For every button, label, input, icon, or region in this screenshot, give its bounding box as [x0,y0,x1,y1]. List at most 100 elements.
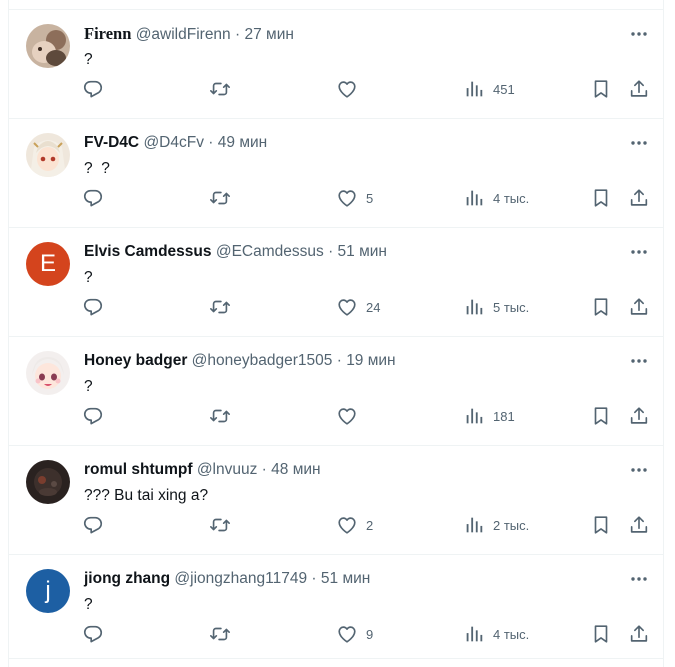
display-name[interactable]: Firenn [84,24,131,43]
bookmark-button[interactable] [590,401,612,431]
like-button[interactable]: 5 [336,183,373,213]
reply-tweet[interactable]: FV-D4C @D4cFv · 49 мин ? ? 5 4 тыс. [9,118,663,227]
like-button[interactable]: 24 [336,292,380,322]
like-button[interactable]: 9 [336,619,373,649]
avatar[interactable]: E [26,242,70,286]
bookmark-button[interactable] [590,292,612,322]
share-button[interactable] [628,510,650,540]
avatar[interactable] [26,351,70,395]
timestamp[interactable]: 51 мин [338,243,387,260]
like-count: 2 [366,517,374,533]
display-name[interactable]: jiong zhang [84,570,170,587]
reply-tweet[interactable]: Firenn @awildFirenn · 27 мин? 451 [9,9,663,118]
share-icon [628,78,650,100]
user-handle[interactable]: @honeybadger1505 [192,352,333,369]
like-icon [336,514,358,536]
action-bar: 24 5 тыс. [9,292,663,322]
timestamp[interactable]: 19 мин [346,352,395,369]
retweet-button[interactable] [209,619,231,649]
reply-tweet[interactable]: E Elvis Camdessus @ECamdessus · 51 мин? 24… [9,227,663,336]
more-options-icon[interactable] [629,462,649,478]
views-icon [463,296,485,318]
views-button[interactable]: 2 тыс. [463,510,529,540]
avatar[interactable] [26,24,70,68]
display-name[interactable]: Honey badger [84,352,187,369]
share-icon [628,405,650,427]
reply-button[interactable] [82,619,104,649]
more-options-icon[interactable] [629,353,649,369]
avatar-letter: j [45,577,51,604]
share-button[interactable] [628,292,650,322]
reply-button[interactable] [82,401,104,431]
user-handle[interactable]: @ECamdessus [216,243,324,260]
display-name[interactable]: Elvis Camdessus [84,243,212,260]
retweet-icon [209,296,231,318]
reply-button[interactable] [82,510,104,540]
like-button[interactable] [336,401,358,431]
like-button[interactable]: 2 [336,510,373,540]
reply-tweet[interactable]: romul shtumpf @lnvuuz · 48 мин ??? Bu tai… [9,445,663,554]
retweet-button[interactable] [209,510,231,540]
retweet-icon [209,78,231,100]
timestamp[interactable]: 27 мин [244,26,293,43]
display-name[interactable]: romul shtumpf [84,461,193,478]
user-handle[interactable]: @jiongzhang11749 [174,570,307,587]
views-count: 181 [493,408,515,424]
share-button[interactable] [628,74,650,104]
action-bar: 5 4 тыс. [9,183,663,213]
retweet-button[interactable] [209,401,231,431]
reply-tweet[interactable]: Honey badger @honeybadger1505 · 19 мин? 1… [9,336,663,445]
more-options-icon[interactable] [629,244,649,260]
like-button[interactable] [336,74,358,104]
avatar[interactable]: j [26,569,70,613]
share-icon [628,514,650,536]
retweet-button[interactable] [209,183,231,213]
reply-button[interactable] [82,74,104,104]
reply-icon [82,514,104,536]
more-options-icon[interactable] [629,135,649,151]
reply-icon [82,187,104,209]
views-button[interactable]: 181 [463,401,515,431]
retweet-icon [209,623,231,645]
share-button[interactable] [628,401,650,431]
like-count: 24 [366,299,381,315]
bookmark-icon [590,405,612,427]
share-button[interactable] [628,183,650,213]
tweet-text: ? [84,51,93,68]
more-options-icon[interactable] [629,571,649,587]
bookmark-button[interactable] [590,510,612,540]
views-button[interactable]: 4 тыс. [463,619,529,649]
bookmark-icon [590,187,612,209]
timestamp[interactable]: 49 мин [218,134,267,151]
timestamp[interactable]: 48 мин [271,461,320,478]
display-name[interactable]: FV-D4C [84,134,139,151]
retweet-button[interactable] [209,292,231,322]
views-button[interactable]: 4 тыс. [463,183,529,213]
reply-icon [82,296,104,318]
retweet-button[interactable] [209,74,231,104]
tweet-text: ? [84,596,93,613]
user-handle[interactable]: @awildFirenn [136,26,231,43]
bookmark-button[interactable] [590,74,612,104]
separator-dot: · [261,461,267,478]
user-handle[interactable]: @lnvuuz [197,461,258,478]
views-icon [463,187,485,209]
bookmark-icon [590,78,612,100]
views-button[interactable]: 5 тыс. [463,292,529,322]
avatar-image [26,24,70,68]
share-button[interactable] [628,619,650,649]
reply-button[interactable] [82,183,104,213]
avatar-image [26,351,70,395]
user-handle[interactable]: @D4cFv [143,134,204,151]
more-options-icon[interactable] [629,26,649,42]
bookmark-button[interactable] [590,619,612,649]
reply-tweet[interactable]: j jiong zhang @jiongzhang11749 · 51 мин? 9… [9,554,663,663]
timestamp[interactable]: 51 мин [321,570,370,587]
bookmark-icon [590,296,612,318]
reply-button[interactable] [82,292,104,322]
bookmark-button[interactable] [590,183,612,213]
views-button[interactable]: 451 [463,74,515,104]
avatar[interactable] [26,133,70,177]
avatar[interactable] [26,460,70,504]
reply-icon [82,78,104,100]
